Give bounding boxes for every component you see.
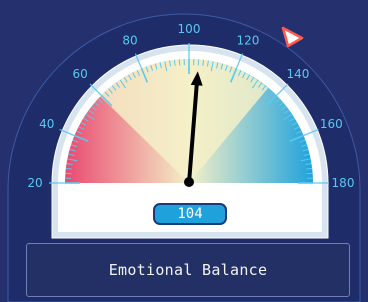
scale-label: 60 [72, 67, 87, 81]
tick-mark [173, 59, 176, 66]
value-readout: 104 [153, 203, 227, 225]
scale-label: 140 [286, 67, 309, 81]
gauge-label-panel: Emotional Balance [26, 243, 350, 297]
gauge-widget: 20 40 60 80 100 120 140 160 180 104 Emotional Ba… [0, 0, 368, 302]
needle-pivot [184, 177, 194, 187]
scale-label: 40 [39, 117, 54, 131]
bookmark-marker-icon[interactable] [281, 26, 304, 48]
tick-mark [306, 167, 313, 170]
scale-label: 80 [122, 34, 137, 48]
scale-label: 100 [178, 22, 201, 36]
tick-mark [202, 59, 205, 66]
tick-mark [65, 167, 72, 170]
scale-label: 20 [27, 176, 42, 190]
gauge-title: Emotional Balance [108, 261, 268, 279]
scale-label: 160 [320, 117, 343, 131]
scale-label: 120 [236, 34, 259, 48]
scale-label: 180 [332, 176, 355, 190]
